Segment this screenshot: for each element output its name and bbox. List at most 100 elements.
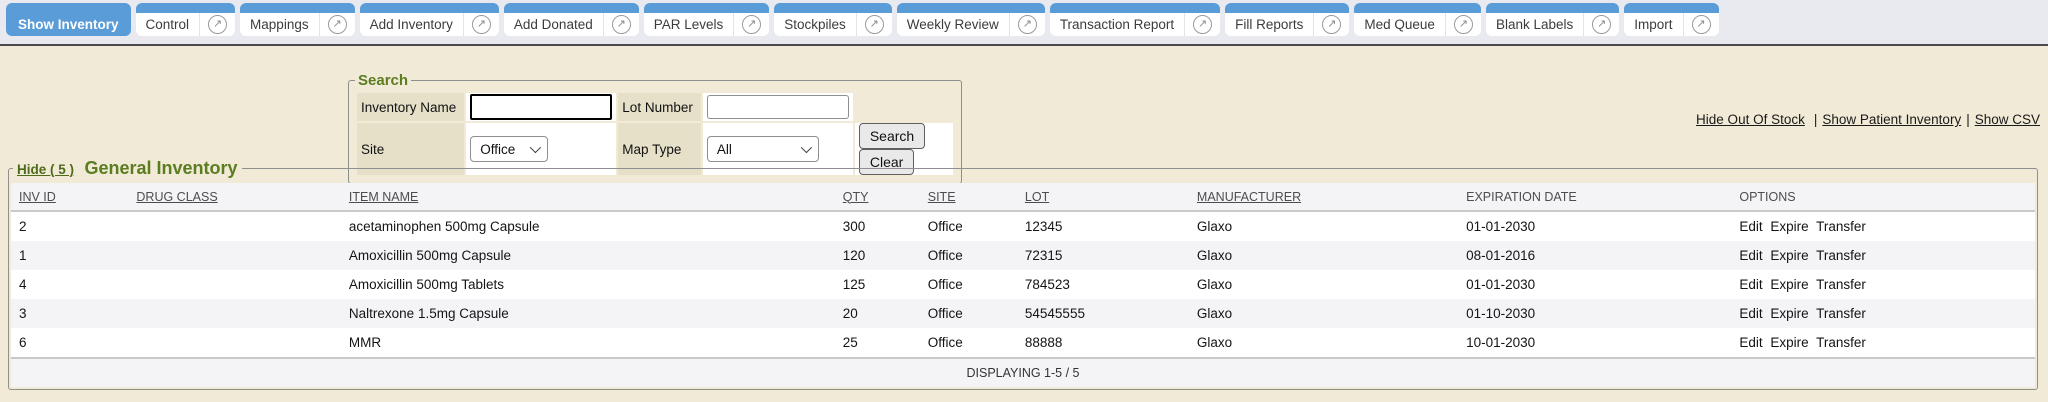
cell-inv-id: 2 [11, 211, 128, 241]
cell-site: Office [920, 328, 1017, 358]
tab-top-stripe [136, 3, 236, 13]
tab-top-stripe [1050, 3, 1220, 13]
cell-qty: 25 [835, 328, 920, 358]
edit-link[interactable]: Edit [1739, 306, 1762, 321]
cell-inv-id: 6 [11, 328, 128, 358]
expire-link[interactable]: Expire [1770, 219, 1808, 234]
column-header-item-name[interactable]: ITEM NAME [341, 183, 835, 211]
tab-add-inventory[interactable]: Add Inventory [360, 3, 499, 36]
expire-link[interactable]: Expire [1770, 248, 1808, 263]
open-new-window-icon[interactable] [208, 15, 227, 34]
table-row: 1 Amoxicillin 500mg Capsule 120 Office 7… [11, 241, 2035, 270]
header-links: Hide Out Of Stock|Show Patient Inventory… [1696, 112, 2040, 127]
cell-inv-id: 3 [11, 299, 128, 328]
tab-top-stripe [1225, 3, 1349, 13]
transfer-link[interactable]: Transfer [1816, 277, 1866, 292]
open-new-window-icon[interactable] [1193, 15, 1212, 34]
open-new-window-icon[interactable] [742, 15, 761, 34]
tab-bar: Show Inventory Control Mappings Add Inve… [0, 0, 2048, 46]
tab-stockpiles[interactable]: Stockpiles [774, 3, 892, 36]
tab-top-stripe [360, 3, 499, 13]
tab-top-stripe [504, 3, 639, 13]
cell-site: Office [920, 241, 1017, 270]
column-header-manufacturer[interactable]: MANUFACTURER [1189, 183, 1458, 211]
edit-link[interactable]: Edit [1739, 248, 1762, 263]
table-header-row: INV ID DRUG CLASS ITEM NAME QTY SITE LOT… [11, 183, 2035, 211]
cell-expiration-date: 01-01-2030 [1458, 211, 1731, 241]
cell-inv-id: 1 [11, 241, 128, 270]
page-content: Search Inventory Name Lot Number Site Of… [0, 46, 2048, 402]
expire-link[interactable]: Expire [1770, 277, 1808, 292]
tab-blank-labels[interactable]: Blank Labels [1486, 3, 1619, 36]
cell-expiration-date: 01-01-2030 [1458, 270, 1731, 299]
table-row: 4 Amoxicillin 500mg Tablets 125 Office 7… [11, 270, 2035, 299]
inventory-title: General Inventory [84, 158, 237, 178]
tab-control[interactable]: Control [136, 3, 236, 36]
transfer-link[interactable]: Transfer [1816, 306, 1866, 321]
open-new-window-icon[interactable] [472, 15, 491, 34]
transfer-link[interactable]: Transfer [1816, 248, 1866, 263]
general-inventory-panel: Hide ( 5 ) General Inventory INV ID DRUG… [8, 158, 2038, 390]
tab-add-donated[interactable]: Add Donated [504, 3, 639, 36]
transfer-link[interactable]: Transfer [1816, 335, 1866, 350]
column-header-inv-id[interactable]: INV ID [11, 183, 128, 211]
tab-label: Stockpiles [774, 17, 856, 32]
search-button[interactable]: Search [859, 123, 925, 149]
show-csv-link[interactable]: Show CSV [1975, 112, 2040, 127]
lot-number-input[interactable] [707, 95, 849, 119]
chevron-down-icon [530, 142, 541, 153]
column-header-qty[interactable]: QTY [835, 183, 920, 211]
open-new-window-icon[interactable] [1322, 15, 1341, 34]
cell-item-name: MMR [341, 328, 835, 358]
edit-link[interactable]: Edit [1739, 335, 1762, 350]
cell-options: Edit Expire Transfer [1731, 241, 2035, 270]
cell-item-name: Amoxicillin 500mg Tablets [341, 270, 835, 299]
expire-link[interactable]: Expire [1770, 306, 1808, 321]
tab-import[interactable]: Import [1624, 3, 1718, 36]
hide-out-of-stock-link[interactable]: Hide Out Of Stock [1696, 112, 1805, 127]
open-new-window-icon[interactable] [1018, 15, 1037, 34]
table-row: 2 acetaminophen 500mg Capsule 300 Office… [11, 211, 2035, 241]
open-new-window-icon[interactable] [1454, 15, 1473, 34]
open-new-window-icon[interactable] [1692, 15, 1711, 34]
tab-med-queue[interactable]: Med Queue [1354, 3, 1481, 36]
cell-options: Edit Expire Transfer [1731, 299, 2035, 328]
cell-lot: 54545555 [1017, 299, 1189, 328]
tab-top-stripe [644, 3, 770, 13]
tab-weekly-review[interactable]: Weekly Review [897, 3, 1045, 36]
tab-label: Mappings [240, 17, 319, 32]
hide-count-link[interactable]: Hide ( 5 ) [17, 162, 74, 177]
open-new-window-icon[interactable] [328, 15, 347, 34]
tab-show-inventory[interactable]: Show Inventory [6, 3, 131, 36]
tab-par-levels[interactable]: PAR Levels [644, 3, 770, 36]
column-header-site[interactable]: SITE [920, 183, 1017, 211]
expire-link[interactable]: Expire [1770, 335, 1808, 350]
cell-drug-class [128, 211, 341, 241]
tab-fill-reports[interactable]: Fill Reports [1225, 3, 1349, 36]
tab-label: Weekly Review [897, 17, 1009, 32]
cell-inv-id: 4 [11, 270, 128, 299]
column-header-lot[interactable]: LOT [1017, 183, 1189, 211]
open-new-window-icon[interactable] [612, 15, 631, 34]
site-select-value: Office [480, 142, 515, 157]
open-new-window-icon[interactable] [865, 15, 884, 34]
cell-lot: 784523 [1017, 270, 1189, 299]
open-new-window-icon[interactable] [1592, 15, 1611, 34]
edit-link[interactable]: Edit [1739, 219, 1762, 234]
edit-link[interactable]: Edit [1739, 277, 1762, 292]
cell-drug-class [128, 328, 341, 358]
tab-label: Add Inventory [360, 17, 463, 32]
tab-top-stripe [240, 3, 355, 13]
inventory-name-input[interactable] [470, 94, 612, 120]
tab-transaction-report[interactable]: Transaction Report [1050, 3, 1220, 36]
show-patient-inventory-link[interactable]: Show Patient Inventory [1822, 112, 1961, 127]
transfer-link[interactable]: Transfer [1816, 219, 1866, 234]
cell-options: Edit Expire Transfer [1731, 328, 2035, 358]
map-type-select-value: All [717, 142, 732, 157]
cell-qty: 125 [835, 270, 920, 299]
tab-mappings[interactable]: Mappings [240, 3, 355, 36]
cell-expiration-date: 10-01-2030 [1458, 328, 1731, 358]
column-header-drug-class[interactable]: DRUG CLASS [128, 183, 341, 211]
inventory-table: INV ID DRUG CLASS ITEM NAME QTY SITE LOT… [11, 183, 2035, 387]
column-header-options: OPTIONS [1731, 183, 2035, 211]
